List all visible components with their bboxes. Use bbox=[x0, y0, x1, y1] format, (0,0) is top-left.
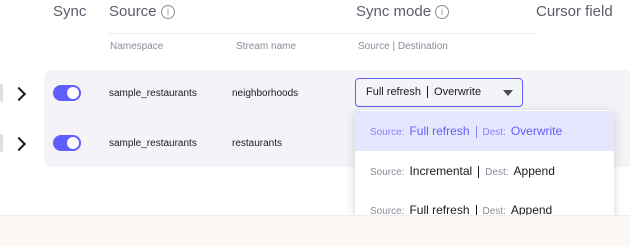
sync-mode-dropdown: Source: Full refresh Dest: Overwrite Source… bbox=[355, 110, 614, 232]
separator bbox=[427, 86, 429, 99]
separator bbox=[478, 165, 480, 178]
option-dest-mode: Append bbox=[513, 164, 555, 178]
option-dest-label: Dest: bbox=[482, 127, 506, 138]
info-icon[interactable]: i bbox=[435, 5, 449, 19]
dropdown-option[interactable]: Source: Incremental Dest: Append bbox=[355, 151, 614, 191]
header-source: Source bbox=[109, 3, 157, 20]
info-icon[interactable]: i bbox=[161, 5, 175, 19]
sync-mode-select[interactable]: Full refresh Overwrite bbox=[355, 78, 523, 107]
chevron-right-icon[interactable] bbox=[11, 86, 27, 102]
subheader-source-destination: Source | Destination bbox=[358, 41, 448, 52]
header-sync: Sync bbox=[53, 3, 87, 20]
sync-toggle[interactable] bbox=[53, 85, 81, 101]
row-stream-name: restaurants bbox=[232, 138, 283, 149]
caret-down-icon bbox=[503, 90, 513, 96]
row-stream-name: neighborhoods bbox=[232, 88, 299, 99]
row-namespace: sample_restaurants bbox=[109, 138, 197, 149]
footer-band bbox=[0, 215, 630, 246]
toggle-knob bbox=[67, 87, 79, 99]
row-namespace: sample_restaurants bbox=[109, 88, 197, 99]
subheader-stream-name: Stream name bbox=[236, 41, 297, 52]
row-edge bbox=[0, 134, 3, 152]
subheader-namespace: Namespace bbox=[110, 41, 164, 52]
option-source-mode: Full refresh bbox=[409, 124, 470, 138]
separator bbox=[475, 125, 477, 138]
select-source-mode: Full refresh bbox=[366, 86, 422, 98]
header-cursor-field: Cursor field bbox=[536, 3, 613, 20]
option-dest-label: Dest: bbox=[485, 167, 509, 178]
option-source-label: Source: bbox=[370, 127, 405, 138]
select-dest-mode: Overwrite bbox=[434, 86, 482, 98]
option-source-mode: Incremental bbox=[409, 164, 473, 178]
header-divider bbox=[108, 33, 538, 34]
sync-toggle[interactable] bbox=[53, 135, 81, 151]
option-source-label: Source: bbox=[370, 167, 405, 178]
row-edge bbox=[0, 84, 3, 102]
toggle-knob bbox=[67, 137, 79, 149]
option-dest-mode: Overwrite bbox=[510, 124, 563, 138]
chevron-right-icon[interactable] bbox=[11, 136, 27, 152]
header-sync-mode: Sync mode bbox=[356, 3, 432, 20]
dropdown-option[interactable]: Source: Full refresh Dest: Overwrite bbox=[355, 111, 614, 151]
